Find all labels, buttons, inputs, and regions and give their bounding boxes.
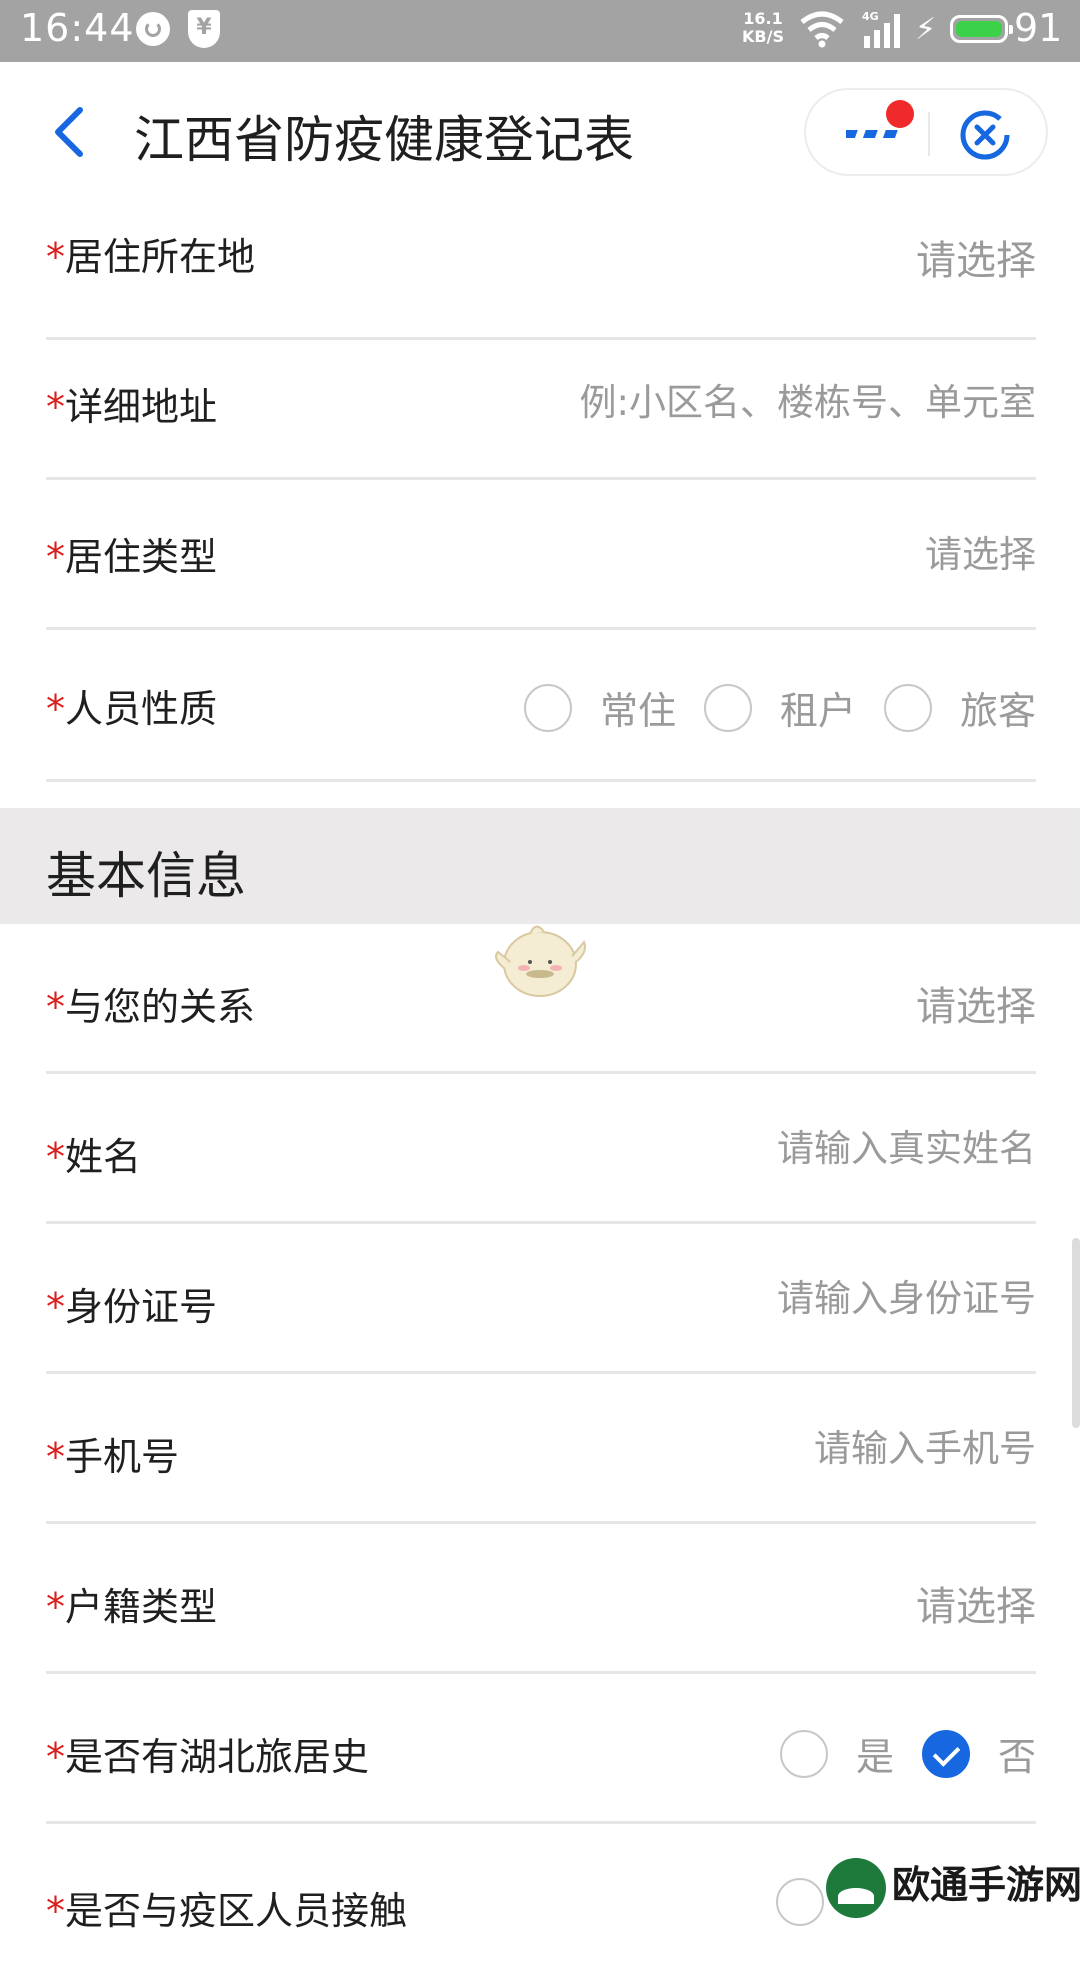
field-label: 姓名 [65, 1135, 142, 1179]
hubei-history-row: *是否有湖北旅居史 是 否 [46, 1674, 1036, 1824]
field-label: 居住所在地 [65, 235, 256, 279]
notification-app-icon [136, 12, 170, 46]
radio-option-yes[interactable]: 是 [779, 1726, 894, 1781]
more-dots-icon[interactable] [846, 124, 902, 144]
name-row: *姓名 请输入真实姓名 [46, 1074, 1036, 1224]
field-label: 人员性质 [65, 687, 218, 731]
mini-program-capsule [804, 88, 1048, 176]
residence-type-row[interactable]: *居住类型 请选择 [46, 480, 1036, 630]
notification-dot [886, 100, 914, 128]
detailed-address-input[interactable]: 例:小区名、楼栋号、单元室 [580, 372, 1036, 426]
section-title: 基本信息 [46, 847, 246, 905]
capsule-divider [928, 112, 930, 156]
site-watermark: 欧通手游网 [826, 1854, 1080, 1918]
battery-icon [950, 15, 1013, 43]
watermark-logo-icon [826, 1858, 886, 1918]
field-label: 手机号 [65, 1435, 180, 1479]
radio-circle[interactable] [776, 1878, 824, 1926]
field-label: 是否有湖北旅居史 [65, 1735, 370, 1779]
title-bar: 江西省防疫健康登记表 [0, 62, 1080, 202]
net-speed: 16.1 KB/S [742, 10, 784, 46]
charging-bolt-icon: ⚡ [915, 12, 937, 47]
wifi-icon [800, 11, 844, 48]
radio-option-tenant[interactable]: 租户 [703, 680, 856, 735]
household-type-row[interactable]: *户籍类型 请选择 [46, 1524, 1036, 1674]
yen-shield-icon: ¥ [188, 10, 220, 48]
radio-option-traveler[interactable]: 旅客 [883, 680, 1036, 735]
radio-circle[interactable] [703, 683, 752, 732]
radio-circle[interactable] [883, 683, 932, 732]
radio-option-yes[interactable] [776, 1878, 824, 1926]
radio-circle[interactable] [779, 1729, 828, 1778]
radio-circle-checked[interactable] [921, 1729, 970, 1778]
relationship-select[interactable]: 请选择 [916, 974, 1036, 1032]
residence-location-row[interactable]: *居住所在地 请选择 [46, 190, 1036, 340]
field-label: 与您的关系 [65, 985, 256, 1029]
field-label: 身份证号 [65, 1285, 218, 1329]
watermark-text: 欧通手游网 [892, 1863, 1080, 1907]
person-type-radio-group: 常住 租户 旅客 [496, 680, 1036, 735]
phone-row: *手机号 请输入手机号 [46, 1374, 1036, 1524]
status-bar: 16:44 ¥ 16.1 KB/S 4G ⚡ 91 [0, 0, 1080, 62]
residence-location-select[interactable]: 请选择 [916, 228, 1036, 286]
close-circle-icon[interactable] [958, 108, 1012, 162]
page-title: 江西省防疫健康登记表 [134, 111, 634, 169]
status-time: 16:44 [20, 6, 135, 50]
radio-option-resident[interactable]: 常住 [523, 680, 676, 735]
person-type-row: *人员性质 常住 租户 旅客 [46, 632, 1036, 782]
household-type-select[interactable]: 请选择 [916, 1574, 1036, 1632]
field-label: 居住类型 [65, 535, 218, 579]
name-input[interactable]: 请输入真实姓名 [777, 1118, 1036, 1172]
cell-signal-icon: 4G [862, 10, 900, 48]
battery-level: 91 [1014, 6, 1063, 50]
id-number-input[interactable]: 请输入身份证号 [777, 1268, 1036, 1322]
mascot-sticker-icon [495, 925, 586, 997]
network-type-label: 4G [862, 10, 879, 23]
detailed-address-row: *详细地址 例:小区名、楼栋号、单元室 [46, 330, 1036, 480]
radio-circle[interactable] [523, 683, 572, 732]
chevron-left-icon[interactable] [42, 102, 102, 162]
net-speed-value: 16.1 [743, 9, 783, 28]
field-label: 是否与疫区人员接触 [65, 1889, 408, 1933]
hubei-history-radio-group: 是 否 [752, 1726, 1036, 1781]
epidemic-contact-radio-group [748, 1878, 824, 1926]
radio-option-no[interactable]: 否 [921, 1726, 1036, 1781]
scrollbar[interactable] [1072, 1238, 1080, 1428]
residence-type-select[interactable]: 请选择 [925, 524, 1036, 578]
net-speed-unit: KB/S [742, 27, 784, 46]
field-label: 详细地址 [65, 385, 218, 429]
field-label: 户籍类型 [65, 1585, 218, 1629]
section-header: 基本信息 [0, 808, 1080, 924]
id-number-row: *身份证号 请输入身份证号 [46, 1224, 1036, 1374]
phone-input[interactable]: 请输入手机号 [814, 1418, 1036, 1472]
